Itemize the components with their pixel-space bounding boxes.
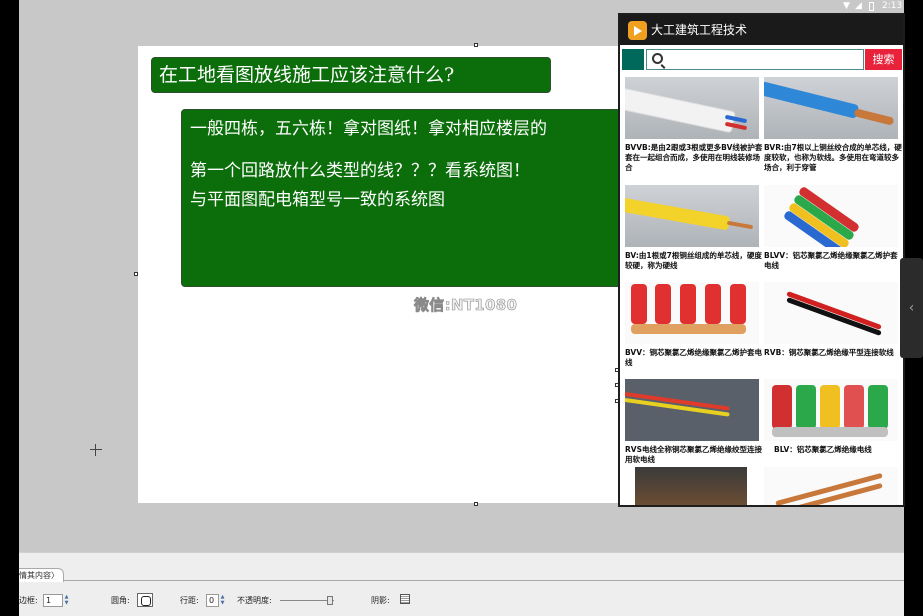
search-row: 搜索 [620, 47, 903, 71]
cable-image-partial-1 [635, 467, 747, 505]
wire-guide-app-window[interactable]: 大工建筑工程技术 搜索 BVVB:是由2跟或3根或更多BV线被护套套在一起组合而… [618, 13, 905, 507]
chevron-left-icon: ‹ [908, 300, 915, 316]
border-width-input[interactable]: 1 [43, 594, 63, 607]
cable-image-partial-2 [764, 467, 898, 505]
cable-image-bvv [625, 282, 759, 344]
cable-image-blvv [764, 185, 898, 247]
caption-bvvb: BVVB:是由2跟或3根或更多BV线被护套套在一起组合而成，多使用在明线装修场合 [625, 143, 763, 172]
slide-content-box[interactable]: 一般四栋，五六栋！拿对图纸！拿对相应楼层的 第一个回路放什么类型的线？？？看系统… [181, 109, 641, 287]
app-title-bar: 大工建筑工程技术 [620, 15, 903, 45]
android-status-bar: ▼ ◢ 2:13 [840, 0, 904, 13]
line-spacing-stepper[interactable]: ▲ ▼ [219, 594, 226, 607]
shadow-icon[interactable] [400, 594, 410, 604]
shadow-label: 阴影: [371, 596, 390, 605]
border-width-stepper[interactable]: ▲ ▼ [63, 594, 70, 607]
search-accent-block [622, 49, 644, 70]
selection-handle-left[interactable] [134, 272, 138, 276]
cable-image-bv [625, 185, 759, 247]
slide-line-1: 一般四栋，五六栋！拿对图纸！拿对相应楼层的 [190, 119, 547, 139]
selection-handle-bottom[interactable] [474, 502, 478, 506]
corner-radius-label: 圆角: [111, 596, 130, 605]
opacity-slider-knob[interactable] [327, 596, 333, 605]
watermark-text: 微信:NT1080 [414, 296, 518, 315]
battery-icon [869, 2, 874, 11]
caption-bv: BV:由1根或7根铜丝组成的单芯线，硬度较硬，称为硬线 [625, 251, 762, 270]
signal-icon: ◢ [855, 1, 862, 11]
tab-row: 情其内容〉 [19, 565, 904, 582]
tab-content[interactable]: 情其内容〉 [19, 568, 64, 582]
slide-line-3: 与平面图配电箱型号一致的系统图 [190, 190, 445, 210]
caption-bvv: BVV：铜芯聚氯乙烯绝缘聚氯乙烯护套电线 [625, 348, 763, 367]
app-title: 大工建筑工程技术 [651, 23, 748, 37]
line-spacing-label: 行距: [180, 596, 199, 605]
status-time: 2:13 [882, 1, 903, 11]
corner-radius-button[interactable] [137, 593, 153, 607]
left-black-strip [0, 0, 19, 616]
caption-blvv: BLVV：铝芯聚氯乙烯绝缘聚氯乙烯护套电线 [764, 251, 898, 270]
selection-handle-top[interactable] [474, 43, 478, 47]
search-icon [652, 53, 663, 64]
cable-image-rvb [764, 282, 898, 344]
crosshair-cursor-icon [90, 444, 102, 456]
caption-blv: BLV：铝芯聚氯乙烯绝缘电线 [774, 445, 872, 454]
caption-rvs: RVS电线全称铜芯聚氯乙烯绝缘绞型连接用软电线 [625, 445, 762, 464]
slide-canvas[interactable]: 在工地看图放线施工应该注意什么? 一般四栋，五六栋！拿对图纸！拿对相应楼层的 第… [138, 46, 641, 503]
caption-bvr: BVR:由7根以上铜丝绞合成的单芯线，硬度较软，也称为软线。多使用在弯道较多场合… [764, 143, 902, 172]
slide-title-box[interactable]: 在工地看图放线施工应该注意什么? [151, 57, 551, 93]
cable-image-rvs [625, 379, 759, 441]
properties-toolbar: 情其内容〉 边框: 1 ▲ ▼ 圆角: 行距: 0 ▲ ▼ 不透明度: 阴影: [19, 552, 904, 616]
caption-rvb: RVB：铜芯聚氯乙烯绝缘平型连接软线 [764, 348, 894, 357]
line-spacing-input[interactable]: 0 [206, 594, 219, 607]
search-input[interactable] [646, 49, 864, 70]
side-panel-handle[interactable]: ‹ [900, 258, 923, 358]
slide-line-2: 第一个回路放什么类型的线？？？看系统图！ [190, 161, 530, 181]
opacity-slider[interactable] [280, 600, 334, 601]
cable-image-bvvb [625, 77, 759, 139]
search-button[interactable]: 搜索 [865, 49, 902, 70]
app-logo-icon [628, 21, 647, 40]
border-label: 边框: [19, 596, 38, 605]
cable-image-blv [764, 379, 898, 441]
wifi-icon: ▼ [843, 1, 850, 11]
cable-image-bvr [764, 77, 898, 139]
opacity-label: 不透明度: [237, 596, 272, 605]
